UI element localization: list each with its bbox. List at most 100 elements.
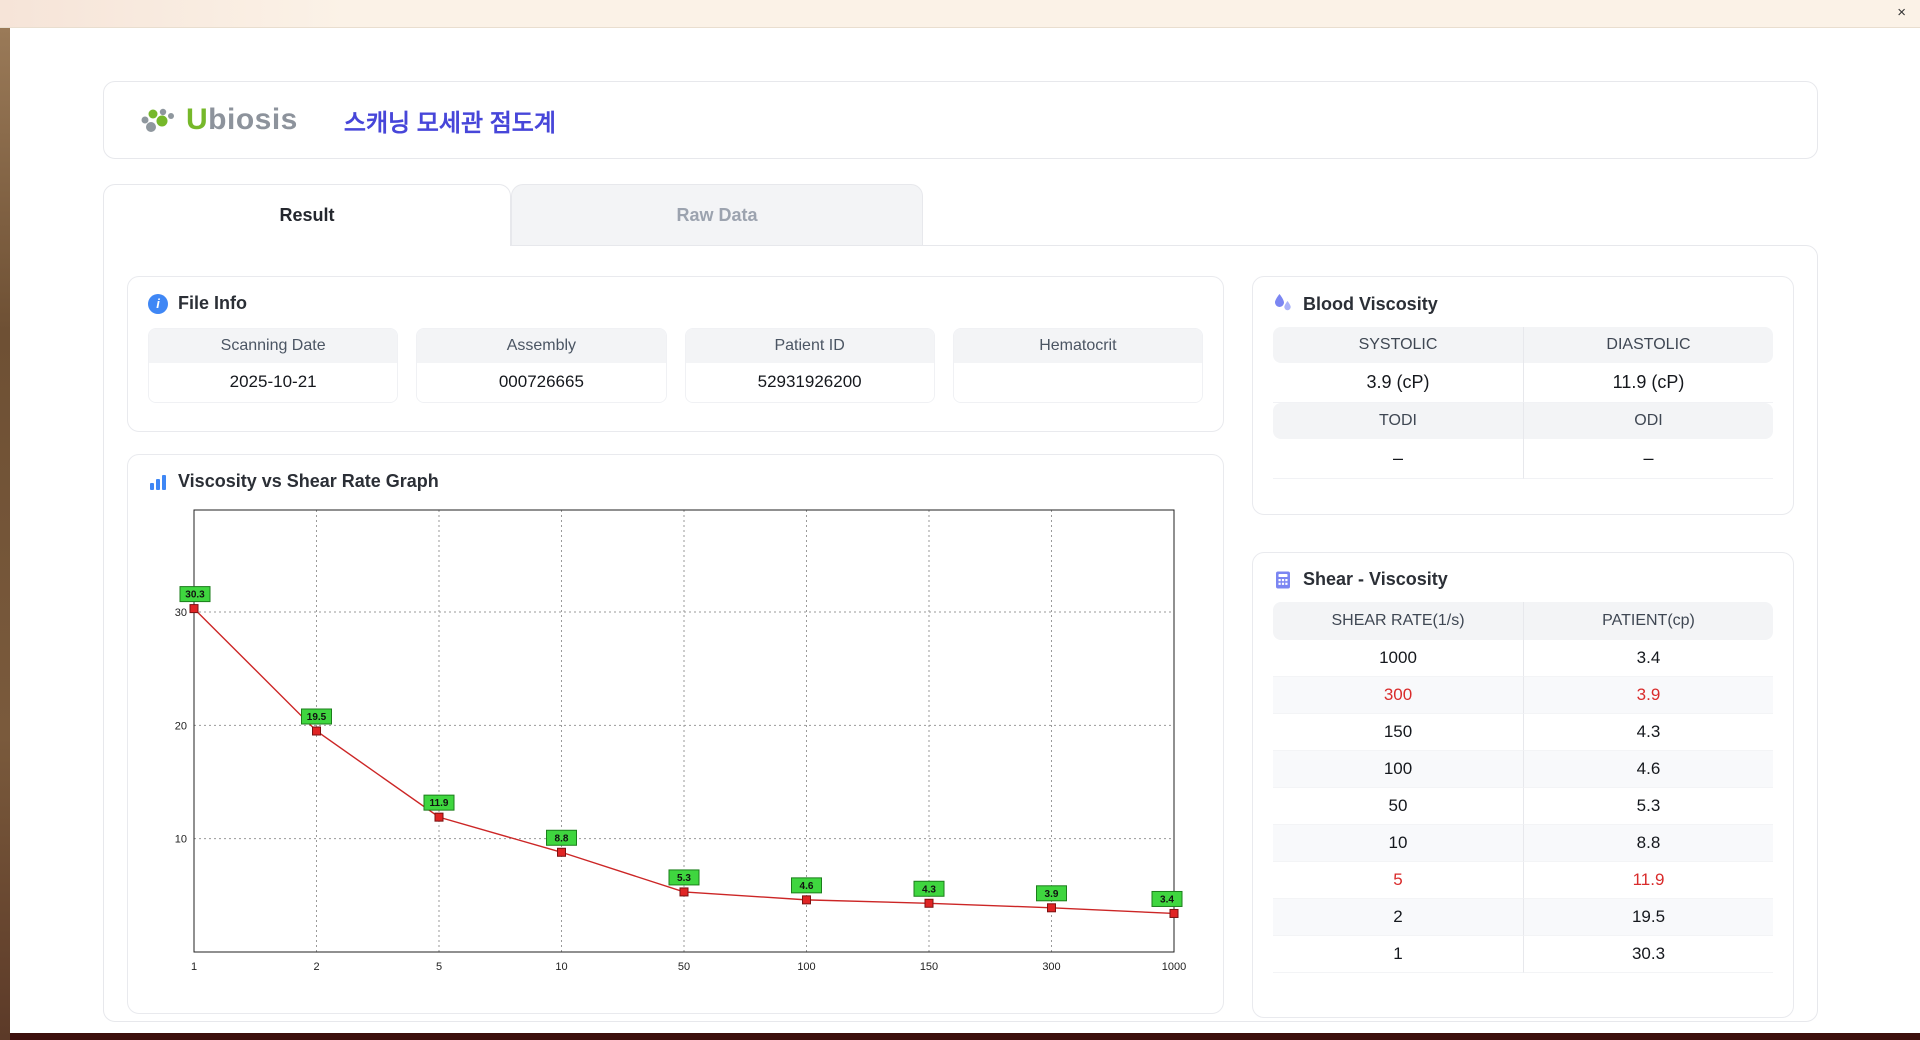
app-header: Ubiosis 스캐닝 모세관 점도계: [103, 81, 1818, 159]
file-info-field: Patient ID 52931926200: [684, 328, 935, 403]
shear-viscosity-card: Shear - Viscosity SHEAR RATE(1/s) PATIEN…: [1252, 552, 1794, 1018]
desktop-left-edge: [0, 28, 10, 1040]
table-header-row: SHEAR RATE(1/s) PATIENT(cp): [1273, 602, 1773, 640]
table-row: 50 5.3: [1273, 788, 1773, 825]
svg-text:4.3: 4.3: [922, 884, 936, 895]
file-info-field: Hematocrit: [952, 328, 1203, 403]
blood-viscosity-title: Blood Viscosity: [1273, 293, 1773, 315]
field-value: 2025-10-21: [149, 363, 398, 402]
data-point: [1169, 908, 1179, 918]
x-tick-label: 300: [1042, 961, 1060, 973]
diastolic-value: 11.9 (cP): [1523, 363, 1773, 403]
shear-rate-header: SHEAR RATE(1/s): [1273, 602, 1523, 640]
svg-text:11.9: 11.9: [430, 798, 449, 809]
table-row: – –: [1273, 439, 1773, 479]
x-tick-label: 10: [555, 961, 567, 973]
data-point: [924, 898, 934, 908]
patient-header: PATIENT(cp): [1523, 602, 1773, 640]
field-label: Scanning Date: [149, 329, 398, 363]
field-value: 52931926200: [685, 363, 934, 402]
systolic-value: 3.9 (cP): [1273, 363, 1523, 403]
odi-value: –: [1523, 439, 1773, 479]
table-row: 3.9 (cP) 11.9 (cP): [1273, 363, 1773, 403]
shear-rate-cell: 150: [1273, 714, 1523, 751]
shear-rate-cell: 2: [1273, 899, 1523, 936]
x-tick-label: 100: [797, 961, 815, 973]
shear-viscosity-table: SHEAR RATE(1/s) PATIENT(cp) 1000 3.4 300 3.…: [1273, 602, 1773, 973]
data-point: [1047, 903, 1056, 913]
table-row: TODI ODI: [1273, 403, 1773, 439]
card-title-text: File Info: [178, 293, 247, 313]
content-panel: i File Info Scanning Date 2025-10-21 Assem…: [103, 245, 1818, 1022]
file-info-fields: Scanning Date 2025-10-21 Assembly 000726665…: [148, 328, 1203, 403]
file-info-field: Scanning Date 2025-10-21: [148, 328, 399, 403]
patient-viscosity-cell: 5.3: [1523, 788, 1773, 825]
table-row: 300 3.9: [1273, 677, 1773, 714]
graph-card: Viscosity vs Shear Rate Graph 10 20 30 1 2 5 1…: [127, 454, 1224, 1014]
ubiosis-logo: Ubiosis: [138, 103, 298, 137]
droplets-icon: [1275, 294, 1291, 311]
tab-raw-data[interactable]: Raw Data: [511, 184, 923, 245]
graph-title: Viscosity vs Shear Rate Graph: [148, 471, 1203, 492]
data-point: [312, 726, 321, 736]
shear-rate-cell: 5: [1273, 862, 1523, 899]
field-label: Hematocrit: [953, 329, 1202, 363]
tab-bar: Result Raw Data: [103, 184, 923, 246]
svg-text:4.6: 4.6: [800, 881, 814, 892]
patient-viscosity-cell: 8.8: [1523, 825, 1773, 862]
data-point: [802, 895, 811, 905]
field-value: [953, 363, 1202, 402]
x-tick-label: 1: [191, 961, 197, 973]
card-title-text: Shear - Viscosity: [1303, 569, 1448, 589]
data-point: [679, 887, 689, 897]
y-tick-label: 10: [175, 834, 187, 846]
patient-viscosity-cell: 4.6: [1523, 751, 1773, 788]
bar-chart-icon: [150, 474, 166, 490]
field-value: 000726665: [417, 363, 666, 402]
table-row: 5 11.9: [1273, 862, 1773, 899]
field-label: Assembly: [417, 329, 666, 363]
data-point: [557, 847, 566, 857]
blood-viscosity-table: SYSTOLIC DIASTOLIC 3.9 (cP) 11.9 (cP) TO…: [1273, 327, 1773, 479]
table-row: 10 8.8: [1273, 825, 1773, 862]
systolic-header: SYSTOLIC: [1273, 327, 1523, 363]
file-info-title: i File Info: [148, 293, 1203, 314]
shear-viscosity-title: Shear - Viscosity: [1273, 569, 1773, 590]
data-point: [189, 604, 199, 614]
page-title: 스캐닝 모세관 점도계: [343, 109, 556, 137]
logo-text: Ubiosis: [186, 103, 298, 136]
plot-area: 10 20 30 1 2 5 10 50 100 150 300 1000 30.3 19.5 11.9 8.…: [148, 496, 1203, 991]
svg-text:3.9: 3.9: [1045, 889, 1059, 900]
card-title-text: Blood Viscosity: [1303, 293, 1438, 314]
patient-viscosity-cell: 11.9: [1523, 862, 1773, 899]
patient-viscosity-cell: 3.9: [1523, 677, 1773, 714]
shear-rate-cell: 1000: [1273, 640, 1523, 677]
desktop-bottom-edge: [10, 1033, 1920, 1040]
data-point: [434, 812, 444, 822]
table-row: 1000 3.4: [1273, 640, 1773, 677]
info-icon: i: [148, 293, 168, 314]
card-title-text: Viscosity vs Shear Rate Graph: [178, 471, 439, 491]
field-label: Patient ID: [685, 329, 934, 363]
close-icon[interactable]: ×: [1897, 5, 1906, 21]
viscosity-chart: 10 20 30 1 2 5 10 50 100 150 300 1000 30.3 19.5 11.9 8.…: [175, 509, 1186, 973]
svg-text:3.4: 3.4: [1160, 894, 1174, 905]
x-tick-label: 150: [920, 961, 938, 973]
leaf-dots-icon: [141, 108, 174, 132]
shear-rate-cell: 300: [1273, 677, 1523, 714]
diastolic-header: DIASTOLIC: [1523, 327, 1773, 363]
app-window: Ubiosis 스캐닝 모세관 점도계 Result Raw Data i Fi…: [10, 28, 1920, 1033]
svg-text:30.3: 30.3: [185, 590, 205, 601]
blood-viscosity-card: Blood Viscosity SYSTOLIC DIASTOLIC 3.9 (…: [1252, 276, 1794, 515]
shear-rate-cell: 100: [1273, 751, 1523, 788]
shear-rate-cell: 50: [1273, 788, 1523, 825]
file-info-card: i File Info Scanning Date 2025-10-21 Assem…: [127, 276, 1224, 432]
table-row: 1 30.3: [1273, 936, 1773, 973]
todi-header: TODI: [1273, 403, 1523, 439]
shear-rate-cell: 1: [1273, 936, 1523, 973]
window-titlebar: ×: [0, 0, 1920, 28]
patient-viscosity-cell: 30.3: [1523, 936, 1773, 973]
x-tick-label: 50: [678, 961, 690, 973]
tab-result[interactable]: Result: [103, 184, 511, 246]
patient-viscosity-cell: 19.5: [1523, 899, 1773, 936]
